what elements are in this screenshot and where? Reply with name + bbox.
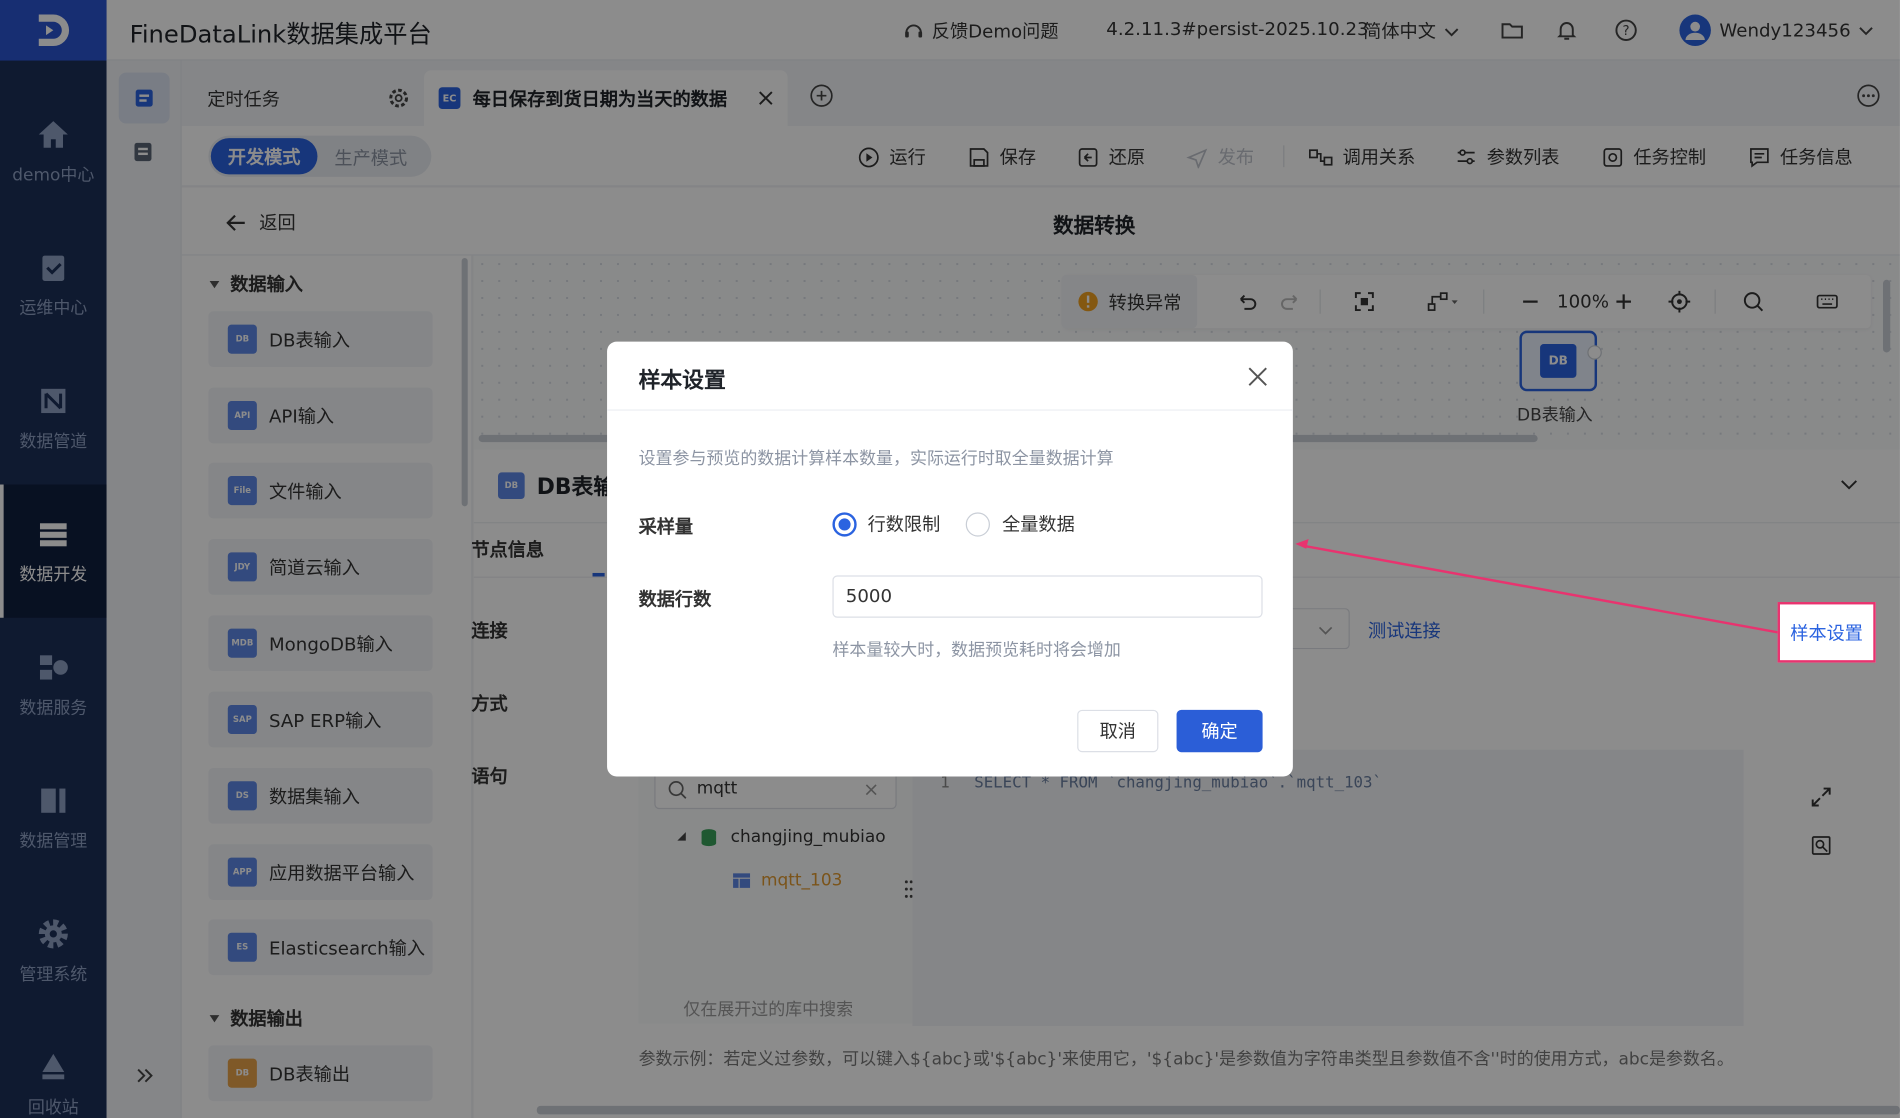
annotation-arrow	[1295, 539, 1778, 634]
sample-settings-link[interactable]: 样本设置	[1777, 602, 1876, 663]
